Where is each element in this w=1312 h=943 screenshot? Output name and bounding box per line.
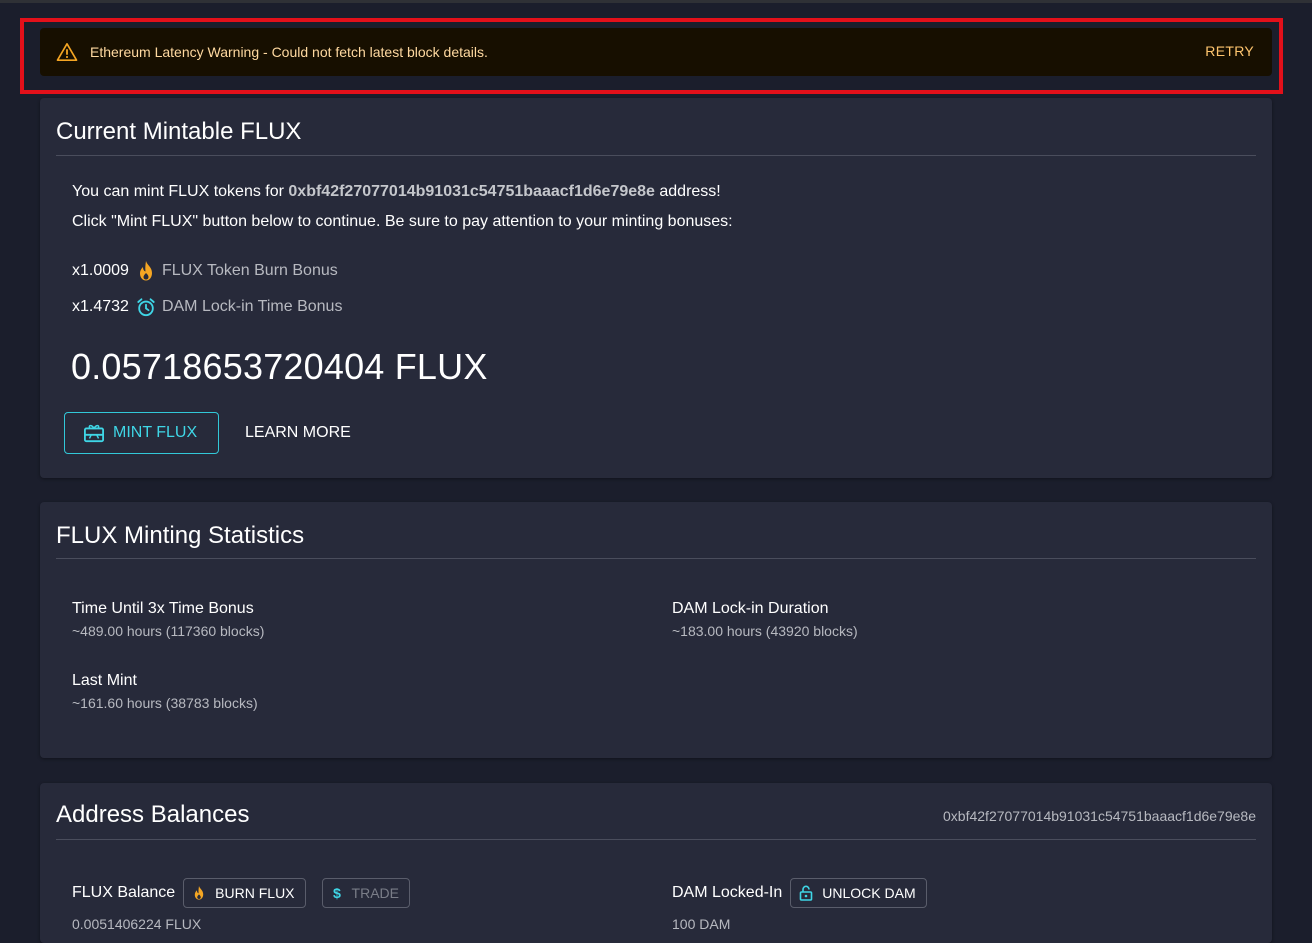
fire-icon [194,886,204,900]
divider [56,558,1256,559]
top-border [0,0,1312,3]
alert-message: Ethereum Latency Warning - Could not fet… [90,44,488,60]
fire-icon [139,261,152,281]
dam-locked-in: DAM Locked-In UNLOCK DAM 100 DAM [672,878,943,932]
flux-balance-label: FLUX Balance [72,884,176,901]
burn-flux-button[interactable]: BURN FLUX [183,878,306,908]
trade-button[interactable]: $ TRADE [321,878,410,908]
flux-balance-value: 0.0051406224 FLUX [72,916,202,932]
unlock-icon [799,885,813,901]
minting-statistics-card: FLUX Minting Statistics Time Until 3x Ti… [40,502,1272,758]
unlock-dam-label: UNLOCK DAM [822,885,916,901]
statistics-card-title: FLUX Minting Statistics [56,522,305,549]
balances-card-title: Address Balances [56,801,250,828]
burn-bonus-multiplier: x1.0009 [72,262,129,279]
warning-icon [56,43,78,61]
mint-flux-button[interactable]: MINT FLUX [64,412,219,454]
mint-flux-label: MINT FLUX [113,424,198,441]
unlock-dam-button[interactable]: UNLOCK DAM [790,878,927,908]
divider [56,155,1256,156]
stat-label: Time Until 3x Time Bonus [72,600,254,617]
lockin-bonus: x1.4732 DAM Lock-in Time Bonus [72,296,342,318]
retry-button[interactable]: RETRY [1205,43,1254,59]
mint-address: 0xbf42f27077014b91031c54751baaacf1d6e79e… [288,183,655,200]
burn-bonus: x1.0009 FLUX Token Burn Bonus [72,260,338,282]
balances-address: 0xbf42f27077014b91031c54751baaacf1d6e79e… [943,808,1256,824]
lockin-bonus-multiplier: x1.4732 [72,298,129,315]
dam-locked-in-value: 100 DAM [672,916,731,932]
learn-more-button[interactable]: LEARN MORE [245,424,351,442]
stat-last-mint: Last Mint ~161.60 hours (38783 blocks) [72,672,258,711]
mint-address-line: You can mint FLUX tokens for 0xbf42f2707… [72,183,721,200]
stat-value: ~489.00 hours (117360 blocks) [72,623,265,639]
stat-time-until-bonus: Time Until 3x Time Bonus ~489.00 hours (… [72,600,264,639]
stat-label: Last Mint [72,672,137,689]
burn-flux-label: BURN FLUX [215,885,295,901]
stat-label: DAM Lock-in Duration [672,600,829,617]
svg-text:$: $ [333,886,341,901]
alarm-clock-icon [137,298,155,317]
stat-dam-lockin-duration: DAM Lock-in Duration ~183.00 hours (4392… [672,600,858,639]
trade-label: TRADE [351,885,399,901]
mintable-flux-card: Current Mintable FLUX You can mint FLUX … [40,98,1272,478]
mintable-amount: 0.05718653720404 FLUX [71,346,488,387]
dam-locked-in-label: DAM Locked-In [672,884,783,901]
burn-bonus-label: FLUX Token Burn Bonus [161,262,338,279]
divider [56,839,1256,840]
mintable-card-title: Current Mintable FLUX [56,118,302,145]
latency-warning-alert: Ethereum Latency Warning - Could not fet… [40,28,1272,76]
dollar-icon: $ [333,886,341,901]
flux-balance: FLUX Balance BURN FLUX $ TRADE 0.0051406… [72,878,426,932]
address-balances-card: Address Balances 0xbf42f27077014b91031c5… [40,783,1272,943]
stat-value: ~161.60 hours (38783 blocks) [72,695,258,711]
lockin-bonus-label: DAM Lock-in Time Bonus [161,298,343,315]
stat-value: ~183.00 hours (43920 blocks) [672,623,858,639]
mint-instructions: Click "Mint FLUX" button below to contin… [72,213,733,230]
gift-card-icon [84,424,104,443]
